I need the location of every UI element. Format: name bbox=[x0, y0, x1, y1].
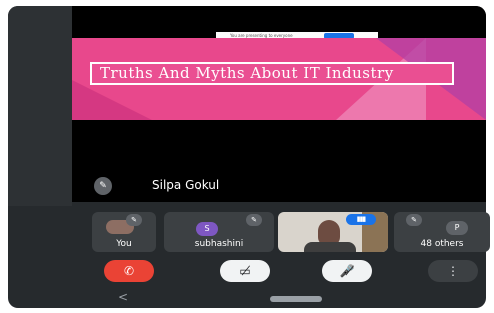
more-vert-icon: ⋮ bbox=[447, 264, 459, 278]
home-nav-bar[interactable] bbox=[270, 296, 322, 302]
mic-toggle-button[interactable]: 🎤̸ bbox=[322, 260, 372, 282]
participant-tile-subhashini[interactable]: S ✎ subhashini bbox=[164, 212, 274, 252]
left-panel bbox=[8, 6, 72, 206]
participant-video-person bbox=[304, 242, 356, 252]
phone-icon: ✆ bbox=[123, 264, 135, 278]
avatar: P bbox=[446, 221, 468, 235]
audio-indicator-icon: ▮▮▮ bbox=[346, 214, 376, 225]
participant-name: 48 others bbox=[420, 239, 464, 249]
avatar: S bbox=[196, 222, 218, 236]
slide-title: Truths And Myths About IT Industry bbox=[90, 62, 454, 85]
participant-tile-you[interactable]: ✎ You bbox=[92, 212, 156, 252]
camera-toggle-button[interactable]: ▭̸ bbox=[220, 260, 270, 282]
mic-off-icon: ✎ bbox=[246, 214, 262, 226]
camera-off-icon: ▭̸ bbox=[239, 264, 251, 278]
shared-slide: Truths And Myths About IT Industry bbox=[72, 38, 486, 120]
mic-off-icon: ✎ bbox=[406, 214, 422, 226]
speaker-name: Silpa Gokul bbox=[152, 178, 220, 192]
end-call-button[interactable]: ✆ bbox=[104, 260, 154, 282]
mic-off-icon: ✎ bbox=[126, 214, 142, 226]
participant-tile-video[interactable]: ▮▮▮ bbox=[278, 212, 388, 252]
more-options-button[interactable]: ⋮ bbox=[428, 260, 478, 282]
participant-name: You bbox=[116, 239, 132, 249]
mic-off-icon: 🎤̸ bbox=[339, 264, 355, 278]
mic-off-icon: ✎ bbox=[94, 177, 112, 195]
participant-tile-others[interactable]: ✎ P 48 others bbox=[394, 212, 490, 252]
slide-decoration bbox=[72, 80, 152, 120]
participant-name: subhashini bbox=[194, 239, 244, 249]
back-nav-icon[interactable]: < bbox=[118, 290, 128, 304]
